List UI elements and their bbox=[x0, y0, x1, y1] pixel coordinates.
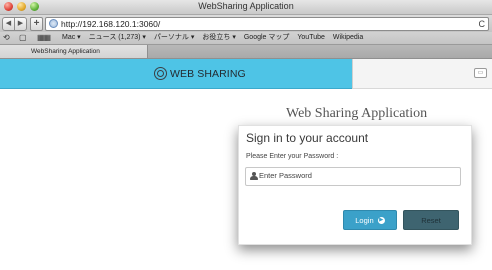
url-text[interactable]: http://192.168.120.1:3060/ bbox=[61, 18, 160, 30]
globe-logo-icon bbox=[154, 67, 167, 80]
arrow-circle-right-icon: ▶ bbox=[377, 216, 385, 224]
site-globe-icon bbox=[49, 19, 58, 28]
login-button[interactable]: Login ▶ bbox=[343, 210, 397, 230]
bookmark-youtube[interactable]: YouTube bbox=[297, 32, 325, 44]
bookmark-personal[interactable]: パーソナル ▾ bbox=[154, 32, 194, 44]
login-button-label: Login bbox=[355, 216, 374, 225]
window-title: WebSharing Application bbox=[198, 1, 294, 11]
top-sites-grid-icon[interactable]: ▦▦ bbox=[37, 32, 51, 44]
back-arrow-icon: ◀ bbox=[5, 20, 12, 27]
password-prompt: Please Enter your Password : bbox=[246, 153, 339, 160]
bookmark-news[interactable]: ニュース (1,273) ▾ bbox=[89, 32, 146, 44]
tab-strip: WebSharing Application bbox=[0, 45, 492, 59]
bookmark-wikipedia[interactable]: Wikipedia bbox=[333, 32, 363, 44]
password-field[interactable] bbox=[245, 167, 461, 186]
login-title: Sign in to your account bbox=[246, 131, 369, 145]
reload-icon[interactable]: C bbox=[479, 18, 486, 30]
navbar-right-area: ▭ bbox=[352, 59, 492, 89]
menu-toggle-icon[interactable]: ▭ bbox=[474, 68, 487, 78]
bookmark-items: Mac ▾ ニュース (1,273) ▾ パーソナル ▾ お役立ち ▾ Goog… bbox=[62, 32, 371, 44]
plus-icon: + bbox=[33, 18, 40, 29]
page-title: Web Sharing Application bbox=[286, 106, 428, 121]
bookmark-mac[interactable]: Mac ▾ bbox=[62, 32, 81, 44]
brand-text: WEB SHARING bbox=[170, 67, 246, 80]
browser-window: WebSharing Application ◀ ▶ + http://192.… bbox=[0, 0, 492, 270]
address-bar[interactable]: http://192.168.120.1:3060/ C bbox=[45, 17, 489, 31]
title-bar: WebSharing Application bbox=[0, 0, 492, 15]
forward-arrow-icon: ▶ bbox=[17, 20, 24, 27]
forward-button[interactable]: ▶ bbox=[14, 17, 27, 31]
user-icon bbox=[250, 172, 258, 181]
bookmarks-bar: ⟲ ▢ ▦▦ Mac ▾ ニュース (1,273) ▾ パーソナル ▾ お役立ち… bbox=[0, 32, 492, 45]
tab-websharing[interactable]: WebSharing Application bbox=[0, 45, 148, 58]
reset-button-label: Reset bbox=[421, 216, 441, 225]
browser-toolbar: ◀ ▶ + http://192.168.120.1:3060/ C bbox=[0, 15, 492, 32]
reading-list-icon[interactable]: ⟲ bbox=[3, 32, 10, 44]
bookmarks-book-icon[interactable]: ▢ bbox=[19, 32, 27, 44]
bookmark-google-maps[interactable]: Google マップ bbox=[244, 32, 290, 44]
site-navbar: WEB SHARING bbox=[0, 59, 352, 89]
add-bookmark-button[interactable]: + bbox=[30, 17, 43, 31]
password-input[interactable] bbox=[259, 168, 454, 183]
reset-button[interactable]: Reset bbox=[403, 210, 459, 230]
site-brand[interactable]: WEB SHARING bbox=[154, 59, 246, 88]
bookmark-useful[interactable]: お役立ち ▾ bbox=[202, 32, 235, 44]
web-page: WEB SHARING ▭ Web Sharing Application Si… bbox=[0, 59, 492, 270]
login-card: Sign in to your account Please Enter you… bbox=[238, 125, 472, 245]
